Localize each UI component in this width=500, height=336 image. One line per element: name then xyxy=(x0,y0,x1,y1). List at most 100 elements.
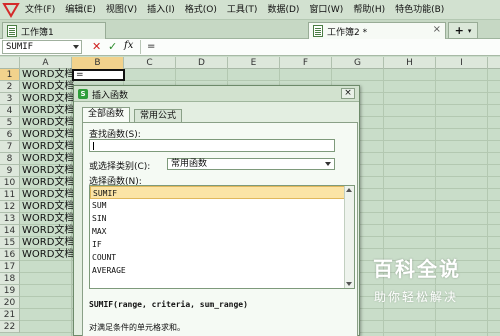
row-header[interactable]: 21 xyxy=(0,309,20,321)
cell-a-value[interactable]: WORD文档 xyxy=(22,213,74,225)
row-header[interactable]: 11 xyxy=(0,189,20,201)
category-value: 常用函数 xyxy=(171,159,208,169)
column-header-h[interactable]: H xyxy=(384,57,436,69)
name-box[interactable]: SUMIF xyxy=(2,40,82,54)
cell-a-value[interactable]: WORD文档 xyxy=(22,165,74,177)
row-header[interactable]: 12 xyxy=(0,201,20,213)
menu-item[interactable]: 特色功能(B) xyxy=(390,0,449,20)
cell-a-value[interactable]: WORD文档 xyxy=(22,189,74,201)
row-header[interactable]: 7 xyxy=(0,141,20,153)
menu-item[interactable]: 数据(D) xyxy=(262,0,304,20)
function-description: 对满足条件的单元格求和。 xyxy=(89,323,185,332)
row-header[interactable]: 18 xyxy=(0,273,20,285)
function-list-scrollbar[interactable] xyxy=(344,186,354,288)
menu-item[interactable]: 编辑(E) xyxy=(60,0,101,20)
cell-a-value[interactable]: WORD文档 xyxy=(22,105,74,117)
row-header[interactable]: 20 xyxy=(0,297,20,309)
menu-item[interactable]: 视图(V) xyxy=(101,0,142,20)
row-header[interactable]: 2 xyxy=(0,81,20,93)
row-header[interactable]: 14 xyxy=(0,225,20,237)
function-list-item[interactable]: SUMIF xyxy=(90,186,354,199)
column-header-d[interactable]: D xyxy=(176,57,228,69)
cell-a-value[interactable]: WORD文档 xyxy=(22,237,74,249)
row-header[interactable]: 16 xyxy=(0,249,20,261)
insert-function-icon[interactable]: fx xyxy=(124,40,133,51)
cell-a-value[interactable]: WORD文档 xyxy=(22,117,74,129)
watermark-subtitle: 助你轻松解决 xyxy=(374,290,459,304)
column-header-e[interactable]: E xyxy=(228,57,280,69)
column-header-a[interactable]: A xyxy=(20,57,72,69)
wps-logo-icon[interactable] xyxy=(2,1,20,19)
row-header[interactable]: 10 xyxy=(0,177,20,189)
function-list-item[interactable]: AVERAGE xyxy=(90,264,354,277)
menu-item[interactable]: 格式(O) xyxy=(180,0,222,20)
chevron-down-icon[interactable] xyxy=(73,45,79,49)
row-header[interactable]: 8 xyxy=(0,153,20,165)
enter-check-icon[interactable]: ✓ xyxy=(108,40,117,53)
cell-a-value[interactable]: WORD文档 xyxy=(22,177,74,189)
tab-label: 工作簿1 xyxy=(21,27,54,38)
cancel-icon[interactable]: ✕ xyxy=(92,40,101,53)
cell-a-value[interactable]: WORD文档 xyxy=(22,153,74,165)
cell-a-value[interactable]: WORD文档 xyxy=(22,93,74,105)
search-input[interactable] xyxy=(89,139,335,152)
chevron-down-icon[interactable] xyxy=(325,162,331,166)
column-header-b[interactable]: B xyxy=(72,57,124,69)
formula-input[interactable]: = xyxy=(140,40,498,54)
menu-item[interactable]: 帮助(H) xyxy=(348,0,390,20)
dialog-titlebar[interactable]: S 插入函数 × xyxy=(74,86,359,102)
select-all-corner[interactable] xyxy=(0,57,20,69)
row-header[interactable]: 5 xyxy=(0,117,20,129)
column-header-g[interactable]: G xyxy=(332,57,384,69)
function-icon: S xyxy=(78,89,88,99)
scroll-up-icon[interactable] xyxy=(346,188,352,192)
row-header[interactable]: 19 xyxy=(0,285,20,297)
function-list-item[interactable]: SIN xyxy=(90,212,354,225)
cell-a-value[interactable]: WORD文档 xyxy=(22,201,74,213)
close-tab-icon[interactable]: × xyxy=(433,24,441,35)
row-header[interactable]: 13 xyxy=(0,213,20,225)
chevron-down-icon: ▾ xyxy=(467,26,472,35)
row-header[interactable]: 6 xyxy=(0,129,20,141)
row-header[interactable]: 4 xyxy=(0,105,20,117)
column-header-i[interactable]: I xyxy=(436,57,488,69)
menu-item[interactable]: 工具(T) xyxy=(222,0,263,20)
category-select[interactable]: 常用函数 xyxy=(167,158,335,170)
tab-common-formulas[interactable]: 常用公式 xyxy=(134,109,183,122)
function-list-item[interactable]: SUM xyxy=(90,199,354,212)
row-header[interactable]: 1 xyxy=(0,69,20,81)
menu-item[interactable]: 窗口(W) xyxy=(304,0,348,20)
menubar: 文件(F) 编辑(E) 视图(V) 插入(I) 格式(O) 工具(T) 数据(D) 窗口(W)… xyxy=(0,0,500,20)
scroll-down-icon[interactable] xyxy=(346,282,352,286)
function-list-item[interactable]: COUNT xyxy=(90,251,354,264)
menu-item[interactable]: 插入(I) xyxy=(142,0,180,20)
cell-a-value[interactable]: WORD文档 xyxy=(22,81,74,93)
cell-a-value[interactable]: WORD文档 xyxy=(22,69,74,81)
tab-workbook-2[interactable]: 工作簿2 * × xyxy=(308,22,446,39)
tab-workbook-1[interactable]: 工作簿1 xyxy=(2,22,106,39)
row-header[interactable]: 9 xyxy=(0,165,20,177)
dialog-panel: 查找函数(S): 或选择类别(C): 常用函数 选择函数(N): SUMIF SU… xyxy=(82,122,358,336)
dialog-title: 插入函数 xyxy=(92,91,129,101)
tab-all-functions[interactable]: 全部函数 xyxy=(82,107,131,122)
column-header-f[interactable]: F xyxy=(280,57,332,69)
row-header[interactable]: 15 xyxy=(0,237,20,249)
function-syntax: SUMIF(range, criteria, sum_range) xyxy=(89,300,248,309)
function-list[interactable]: SUMIF SUM SIN MAX IF COUNT AVERAGE xyxy=(89,185,355,289)
row-header[interactable]: 3 xyxy=(0,93,20,105)
cell-a-value[interactable]: WORD文档 xyxy=(22,249,74,261)
menu-item[interactable]: 文件(F) xyxy=(20,0,60,20)
function-list-item[interactable]: IF xyxy=(90,238,354,251)
row-header[interactable]: 17 xyxy=(0,261,20,273)
close-icon[interactable]: × xyxy=(341,88,355,99)
active-cell-b1[interactable]: = xyxy=(72,69,125,81)
text-caret xyxy=(93,142,94,150)
cell-a-value[interactable]: WORD文档 xyxy=(22,129,74,141)
column-header-c[interactable]: C xyxy=(124,57,176,69)
row-headers: 1 2 3 4 5 6 7 8 9 10 11 12 13 14 15 16 17 18 19 20 21 22 xyxy=(0,69,20,333)
row-header[interactable]: 22 xyxy=(0,321,20,333)
cell-a-value[interactable]: WORD文档 xyxy=(22,225,74,237)
function-list-item[interactable]: MAX xyxy=(90,225,354,238)
cell-a-value[interactable]: WORD文档 xyxy=(22,141,74,153)
add-tab-button[interactable]: + ▾ xyxy=(448,22,478,39)
